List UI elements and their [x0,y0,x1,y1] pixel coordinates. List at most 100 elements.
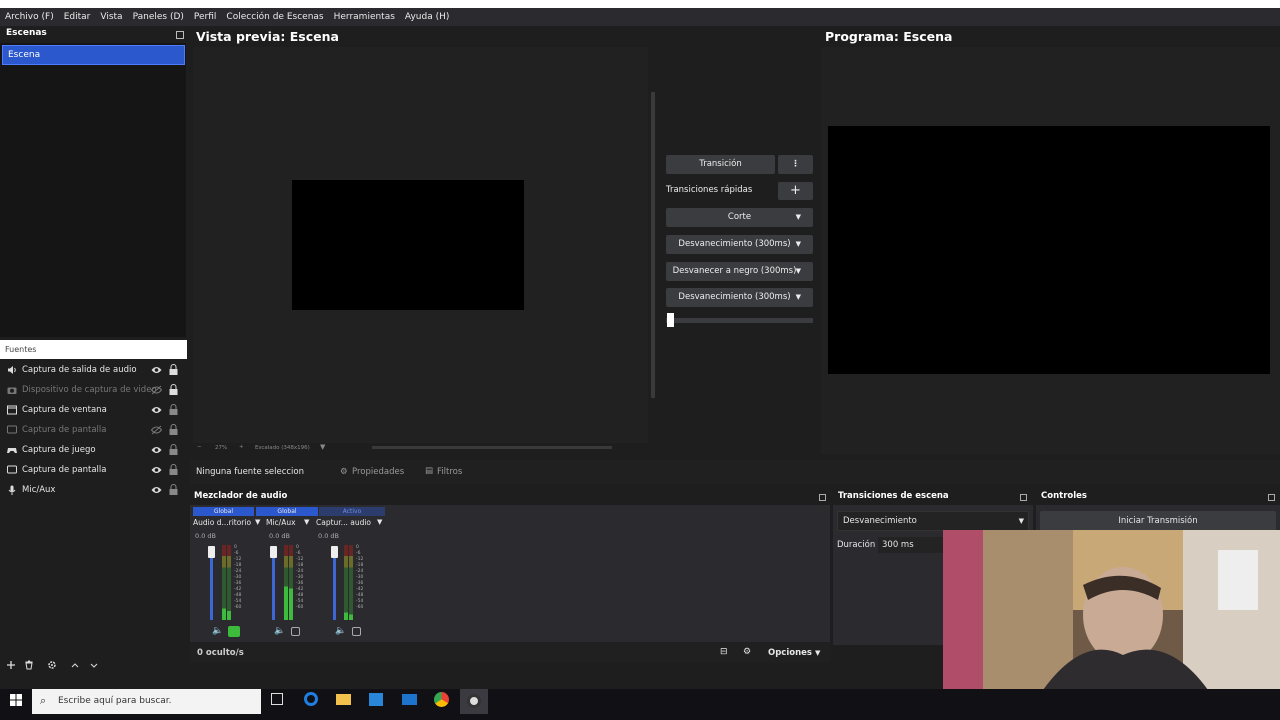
source-label: Mic/Aux [22,485,56,495]
transition-select[interactable]: Desvanecimiento ▼ [837,511,1029,531]
source-item[interactable]: Mic/Aux [0,480,187,500]
chevron-down-icon[interactable]: ▼ [255,518,260,526]
menu-herramientas[interactable]: Herramientas [329,12,400,22]
eye-off-icon[interactable] [151,425,162,435]
options-button[interactable]: Opciones ▼ [768,648,820,658]
filters-button[interactable]: Filtros [437,467,462,477]
speaker-icon[interactable]: 🔈 [335,626,346,636]
source-label: Captura de salida de audio [22,365,137,375]
volume-fader[interactable] [210,550,213,620]
preview-vertical-scrollbar[interactable] [651,92,655,398]
chevron-down-icon[interactable]: ▼ [377,518,382,526]
preview-horizontal-scrollbar[interactable] [372,446,612,449]
duration-input[interactable]: 300 ms [878,537,946,553]
eye-icon[interactable] [151,465,162,475]
menu-ayuda[interactable]: Ayuda (H) [400,12,454,22]
quick-transition-fade-2[interactable]: Desvanecimiento (300ms) ▼ [666,288,813,307]
volume-fader-knob[interactable] [270,546,277,558]
chrome-icon[interactable] [434,692,449,707]
task-view-icon[interactable] [271,693,283,705]
volume-fader[interactable] [272,550,275,620]
eye-off-icon[interactable] [151,385,162,395]
webcam-image [943,530,1280,690]
undock-icon[interactable] [1268,494,1275,501]
source-item[interactable]: Captura de pantalla [0,420,187,440]
lock-icon[interactable] [169,404,178,415]
program-title: Programa: Escena [825,29,953,44]
properties-button[interactable]: Propiedades [352,467,404,477]
lock-icon[interactable] [169,484,178,495]
quick-transition-label: Desvanecimiento (300ms) [678,292,791,302]
edge-icon[interactable] [304,692,318,706]
taskbar-search-input[interactable]: Escribe aquí para buscar. [32,689,261,714]
lock-icon[interactable] [169,384,178,395]
channel-tag: Global [193,507,254,516]
quick-transition-fade-black[interactable]: Desvanecer a negro (300ms) ▼ [666,262,813,281]
source-item[interactable]: Captura de salida de audio [0,360,187,380]
advanced-audio-icon[interactable]: ⚙ [743,647,751,657]
source-item[interactable]: Captura de ventana [0,400,187,420]
volume-fader[interactable] [333,550,336,620]
windows-start-icon[interactable] [10,694,22,706]
lock-icon[interactable] [169,464,178,475]
volume-fader-knob[interactable] [208,546,215,558]
quick-transition-fade[interactable]: Desvanecimiento (300ms) ▼ [666,235,813,254]
chevron-down-icon[interactable]: ▼ [304,518,309,526]
undock-icon[interactable] [1020,494,1027,501]
headphones-icon[interactable] [291,627,300,636]
scenes-list[interactable] [0,43,186,337]
zoom-out-icon[interactable]: − [197,444,202,450]
chevron-down-icon: ▼ [795,213,801,221]
quick-transition-corte[interactable]: Corte ▼ [666,208,813,227]
speaker-icon[interactable]: 🔈 [212,626,223,636]
more-options-icon[interactable]: ⋮ [778,155,813,174]
layout-icon[interactable]: ⊟ [720,647,728,657]
transition-button[interactable]: Transición [666,155,775,174]
transition-slider[interactable] [666,318,813,323]
transition-slider-handle[interactable] [667,313,674,327]
source-item[interactable]: Captura de juego [0,440,187,460]
channel-name: Mic/Aux [266,518,296,527]
menu-archivo[interactable]: Archivo (F) [0,12,59,22]
chevron-down-icon[interactable]: ▼ [320,443,325,451]
eye-icon[interactable] [151,405,162,415]
chevron-down-icon[interactable] [89,660,99,670]
menu-vista[interactable]: Vista [95,12,127,22]
obs-taskbar-item[interactable] [460,689,488,714]
lock-icon[interactable] [169,424,178,435]
headphones-icon[interactable] [228,626,240,637]
source-item[interactable]: Captura de pantalla [0,460,187,480]
menu-paneles[interactable]: Paneles (D) [128,12,189,22]
preview-canvas[interactable] [292,180,524,310]
eye-icon[interactable] [151,445,162,455]
eye-icon[interactable] [151,485,162,495]
menu-perfil[interactable]: Perfil [189,12,222,22]
trash-icon[interactable] [24,660,34,670]
source-item[interactable]: Dispositivo de captura de video [0,380,187,400]
search-icon: ⌕ [40,694,47,707]
menu-coleccion[interactable]: Colección de Escenas [221,12,328,22]
speaker-icon[interactable]: 🔈 [274,626,285,636]
gear-icon[interactable] [47,660,57,670]
file-explorer-icon[interactable] [336,694,351,705]
lock-icon[interactable] [169,444,178,455]
undock-icon[interactable] [819,494,826,501]
channel-db: 0.0 dB [269,532,290,540]
eye-icon[interactable] [151,365,162,375]
mail-icon[interactable] [402,694,417,705]
chevron-up-icon[interactable] [70,660,80,670]
headphones-icon[interactable] [352,627,361,636]
undock-icon[interactable] [176,31,184,39]
menu-editar[interactable]: Editar [59,12,96,22]
volume-fader-knob[interactable] [331,546,338,558]
lock-icon[interactable] [169,364,178,375]
level-meter [344,545,348,620]
scaling-label: Escalado (348x196) [255,445,310,451]
scenes-panel-title: Escenas [6,28,47,38]
add-icon[interactable] [6,660,16,670]
start-streaming-button[interactable]: Iniciar Transmisión [1040,511,1276,531]
store-icon[interactable] [369,693,383,706]
add-quick-transition-icon[interactable]: + [778,182,813,200]
zoom-in-icon[interactable]: + [239,444,244,450]
scene-item-escena[interactable]: Escena [2,45,185,65]
